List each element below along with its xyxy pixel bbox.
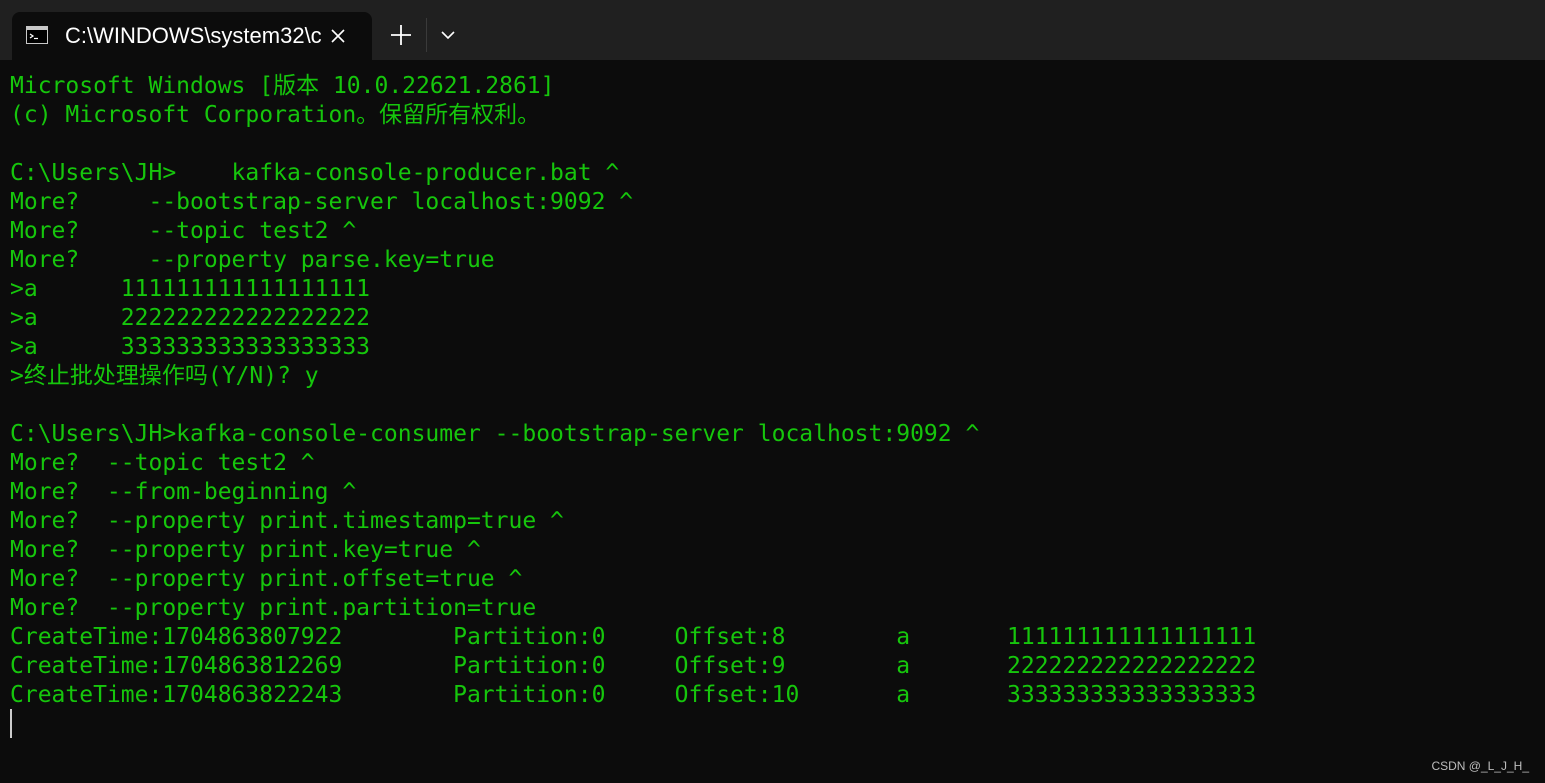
terminal-line: More? --property print.partition=true bbox=[10, 595, 537, 621]
terminal-line: (c) Microsoft Corporation。保留所有权利。 bbox=[10, 102, 541, 128]
terminal-line: More? --topic test2 ^ bbox=[10, 450, 315, 476]
text-cursor bbox=[10, 709, 12, 738]
terminal-line: More? --topic test2 ^ bbox=[10, 218, 357, 244]
toolbar-divider bbox=[426, 18, 427, 52]
close-icon[interactable] bbox=[326, 24, 350, 48]
terminal-line: CreateTime:1704863822243 Partition:0 Off… bbox=[10, 682, 1257, 708]
terminal-line: C:\Users\JH>kafka-console-consumer --boo… bbox=[10, 421, 980, 447]
terminal-line: Microsoft Windows [版本 10.0.22621.2861] bbox=[10, 73, 555, 99]
terminal-line: More? --property parse.key=true bbox=[10, 247, 495, 273]
title-bar: C:\WINDOWS\system32\cmd.exe bbox=[0, 0, 1545, 60]
terminal-line: CreateTime:1704863807922 Partition:0 Off… bbox=[10, 624, 1257, 650]
tab-cmd[interactable]: C:\WINDOWS\system32\cmd.exe bbox=[12, 12, 372, 60]
terminal-line: >a 333333333333333333 bbox=[10, 334, 371, 360]
terminal-line: >终止批处理操作吗(Y/N)? y bbox=[10, 363, 319, 389]
terminal-line: More? --bootstrap-server localhost:9092 … bbox=[10, 189, 634, 215]
terminal-output[interactable]: Microsoft Windows [版本 10.0.22621.2861] (… bbox=[10, 72, 1535, 762]
terminal-line: C:\Users\JH> kafka-console-producer.bat … bbox=[10, 160, 620, 186]
watermark: CSDN @_L_J_H_ bbox=[1431, 759, 1529, 773]
tab-title: C:\WINDOWS\system32\cmd.exe bbox=[65, 23, 323, 48]
terminal-line: More? --property print.key=true ^ bbox=[10, 537, 481, 563]
terminal-line: CreateTime:1704863812269 Partition:0 Off… bbox=[10, 653, 1257, 679]
terminal-line: More? --property print.timestamp=true ^ bbox=[10, 508, 564, 534]
terminal-line: More? --property print.offset=true ^ bbox=[10, 566, 523, 592]
terminal-icon bbox=[26, 26, 48, 44]
terminal-line: >a 222222222222222222 bbox=[10, 305, 371, 331]
terminal-line: More? --from-beginning ^ bbox=[10, 479, 357, 505]
terminal-line: >a 111111111111111111 bbox=[10, 276, 371, 302]
chevron-down-icon[interactable] bbox=[434, 22, 462, 48]
plus-icon[interactable] bbox=[384, 19, 418, 51]
